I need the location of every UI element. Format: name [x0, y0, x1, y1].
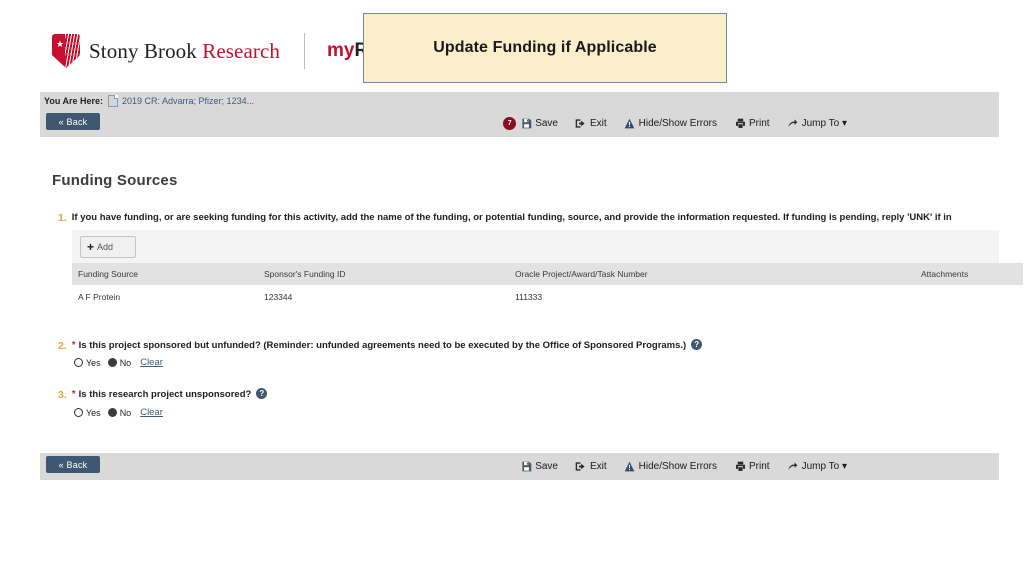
save-label-top: Save: [535, 118, 558, 129]
radio-yes-q3[interactable]: [74, 408, 83, 417]
radio-option-no-q2[interactable]: No: [107, 357, 132, 368]
column-header-oracle-number: Oracle Project/Award/Task Number: [509, 263, 915, 285]
clear-link-q3[interactable]: Clear: [140, 407, 163, 418]
exit-icon: [575, 118, 587, 130]
exit-label-bottom: Exit: [589, 461, 607, 472]
print-label-top: Print: [749, 118, 770, 129]
save-button-top[interactable]: 7 Save: [503, 117, 558, 130]
cell-oracle-number: 111333: [509, 285, 915, 309]
star-glyph: ★: [56, 39, 65, 49]
add-button-label: Add: [97, 241, 114, 252]
toolbar-bottom: « Back Save Exit Hide/Show Errors Print: [40, 453, 999, 480]
radio-option-yes-q3[interactable]: Yes: [74, 408, 101, 418]
clear-link-q2[interactable]: Clear: [140, 357, 163, 368]
add-toolbar: + Add: [72, 230, 999, 263]
instruction-callout: Update Funding if Applicable: [363, 13, 727, 83]
printer-icon: [734, 461, 746, 473]
required-asterisk-2: *: [71, 340, 76, 351]
radio-option-yes-q2[interactable]: Yes: [74, 358, 101, 368]
radio-label-no-q3: No: [119, 407, 132, 418]
question-1-text: If you have funding, or are seeking fund…: [71, 212, 952, 223]
question-2-number: 2.: [58, 340, 67, 352]
product-prefix: my: [326, 40, 355, 61]
funding-sources-table: Funding Source Sponsor's Funding ID Orac…: [72, 263, 1023, 309]
save-icon: [520, 118, 532, 130]
cell-funding-source[interactable]: A F Protein: [72, 285, 258, 309]
table-header-row: Funding Source Sponsor's Funding ID Orac…: [72, 263, 1023, 285]
save-button-bottom[interactable]: Save: [520, 461, 558, 473]
radio-option-no-q3[interactable]: No: [107, 407, 132, 418]
printer-icon: [734, 118, 746, 130]
back-button-bottom[interactable]: « Back: [46, 456, 100, 473]
exit-label-top: Exit: [589, 118, 607, 129]
warning-icon: [624, 118, 636, 130]
shield-stripes: [65, 34, 80, 68]
jump-to-button-bottom[interactable]: Jump To ▾: [787, 461, 847, 473]
save-icon: [520, 461, 532, 473]
jump-arrow-icon: [787, 461, 799, 473]
warning-icon: [624, 461, 636, 473]
stony-brook-shield-icon: ★: [52, 34, 80, 68]
save-label-bottom: Save: [535, 461, 558, 472]
hide-show-errors-label-top: Hide/Show Errors: [638, 118, 718, 129]
callout-text: Update Funding if Applicable: [433, 39, 657, 56]
document-icon: [108, 95, 119, 107]
exit-button-top[interactable]: Exit: [575, 118, 607, 130]
toolbar-actions-top: 7 Save Exit Hide/Show Errors Print Jump …: [503, 110, 847, 137]
table-row: A F Protein 123344 111333: [72, 285, 1023, 309]
exit-icon: [575, 461, 587, 473]
radio-yes-q2[interactable]: [74, 358, 83, 367]
jump-to-button-top[interactable]: Jump To ▾: [787, 118, 847, 130]
question-3: 3. * Is this research project unsponsore…: [58, 388, 268, 401]
add-funding-source-button[interactable]: + Add: [80, 235, 136, 258]
hide-show-errors-button-top[interactable]: Hide/Show Errors: [624, 118, 717, 130]
exit-button-bottom[interactable]: Exit: [575, 461, 607, 473]
help-question-icon[interactable]: ?: [256, 388, 268, 399]
logo-wordmark: Stony Brook Research: [89, 39, 280, 64]
column-header-attachments: Attachments: [915, 263, 1023, 285]
question-2-radio-group: Yes No Clear: [74, 357, 163, 368]
question-2: 2. * Is this project sponsored but unfun…: [58, 339, 703, 352]
cell-attachments: [915, 285, 1023, 309]
funding-sources-block: + Add Funding Source Sponsor's Funding I…: [72, 230, 1023, 309]
jump-arrow-icon: [787, 118, 799, 130]
help-question-icon[interactable]: ?: [691, 339, 703, 350]
toolbar-actions-bottom: Save Exit Hide/Show Errors Print Jump To…: [520, 453, 847, 480]
column-header-funding-source: Funding Source: [72, 263, 258, 285]
question-3-radio-group: Yes No Clear: [74, 407, 163, 418]
jump-to-label-top: Jump To ▾: [801, 118, 847, 129]
back-button-top[interactable]: « Back: [46, 113, 100, 130]
cell-sponsor-funding-id: 123344: [258, 285, 509, 309]
question-3-number: 3.: [58, 389, 67, 401]
print-button-top[interactable]: Print: [734, 118, 770, 130]
plus-icon: +: [87, 239, 95, 254]
question-1-number: 1.: [58, 212, 67, 224]
logo-text-primary: Stony Brook: [89, 38, 203, 63]
column-header-sponsor-funding-id: Sponsor's Funding ID: [258, 263, 509, 285]
breadcrumb: You Are Here: 2019 CR: Advarra; Pfizer; …: [40, 92, 999, 110]
radio-label-yes-q3: Yes: [86, 407, 101, 418]
hide-show-errors-button-bottom[interactable]: Hide/Show Errors: [624, 461, 717, 473]
logo-text-accent: Research: [202, 38, 280, 63]
page-title: Funding Sources: [52, 172, 178, 189]
question-3-text: Is this research project unsponsored?: [78, 389, 252, 400]
toolbar-top: « Back 7 Save Exit Hide/Show Errors Prin: [40, 110, 999, 137]
print-label-bottom: Print: [749, 461, 770, 472]
radio-label-yes-q2: Yes: [86, 357, 101, 368]
radio-label-no-q2: No: [119, 357, 132, 368]
jump-to-label-bottom: Jump To ▾: [801, 461, 847, 472]
breadcrumb-label: You Are Here:: [44, 96, 104, 106]
error-count-badge[interactable]: 7: [503, 117, 517, 130]
question-1: 1. If you have funding, or are seeking f…: [58, 212, 952, 224]
logo-divider: [303, 33, 305, 69]
print-button-bottom[interactable]: Print: [734, 461, 770, 473]
radio-no-q2[interactable]: [107, 358, 117, 367]
breadcrumb-link[interactable]: 2019 CR: Advarra; Pfizer; 1234...: [122, 96, 254, 106]
radio-no-q3[interactable]: [107, 408, 117, 417]
required-asterisk-3: *: [71, 389, 76, 400]
question-2-text: Is this project sponsored but unfunded? …: [78, 340, 687, 351]
hide-show-errors-label-bottom: Hide/Show Errors: [638, 461, 718, 472]
